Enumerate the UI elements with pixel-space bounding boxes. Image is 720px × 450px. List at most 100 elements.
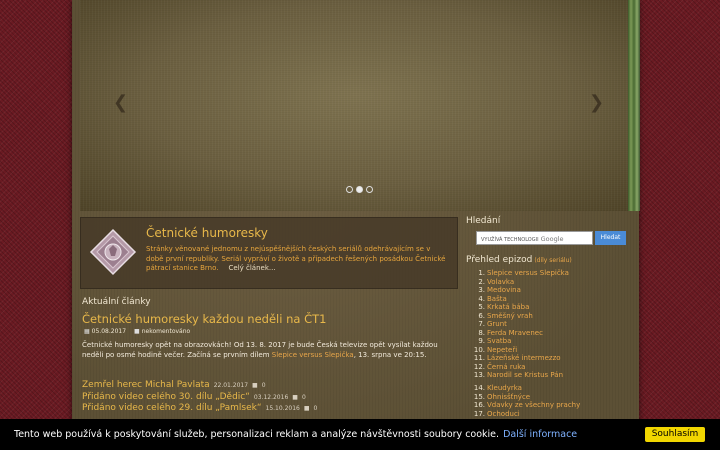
- episode-item[interactable]: 3. Medovina: [473, 286, 569, 295]
- episode-link[interactable]: Medovina: [487, 286, 521, 294]
- episode-item[interactable]: 7. Grunt: [473, 320, 569, 329]
- slider-dot[interactable]: [346, 186, 353, 193]
- older-article-title[interactable]: Přidáno video celého 30. dílu „Dědic“: [82, 392, 250, 402]
- episode-number: 8.: [478, 328, 485, 337]
- read-more-link[interactable]: Celý článek...: [229, 264, 276, 272]
- badge-emblem-icon: [89, 228, 137, 276]
- episode-item[interactable]: 17. Ochoduci: [473, 410, 580, 419]
- episode-link[interactable]: Směšný vrah: [487, 312, 533, 320]
- episode-item[interactable]: 5. Krkatá bába: [473, 303, 569, 312]
- episode-item[interactable]: 14. Kleudyrka: [473, 384, 580, 393]
- older-article-date: 03.12.2016: [253, 393, 289, 401]
- episode-list: 1. Slepice versus Slepička 2. Volavka 3. Me…: [473, 269, 569, 380]
- article-date-text: 05.08.2017: [91, 328, 127, 335]
- episode-item[interactable]: 15. Ohnisšťnýce: [473, 393, 580, 402]
- episode-number: 16.: [473, 401, 485, 409]
- search-button[interactable]: Hledat: [595, 231, 626, 245]
- episode-link[interactable]: Nepeteři: [487, 346, 517, 354]
- episode-item[interactable]: 8. Ferda Mravenec: [473, 329, 569, 338]
- episode-link[interactable]: Volavka: [487, 278, 514, 286]
- episode-number: 9.: [478, 337, 485, 345]
- chevron-right-icon[interactable]: ❯: [589, 92, 604, 113]
- episode-link[interactable]: Krkatá bába: [487, 303, 529, 311]
- featured-article-body: Četnické humoresky opět na obrazovkách! …: [82, 341, 444, 360]
- hero-box: Četnické humoresky Stránky věnované jedn…: [80, 217, 458, 289]
- episode-item[interactable]: 12. Černá ruka: [473, 363, 569, 372]
- slide-texture: [80, 0, 632, 211]
- episode-list-second: 14. Kleudyrka 15. Ohnisšťnýce 16. Vdavky ze…: [473, 384, 580, 418]
- cookie-accept-button[interactable]: Souhlasím: [645, 427, 705, 442]
- search-title: Hledání: [466, 216, 501, 226]
- episode-number: 2.: [478, 277, 485, 286]
- episode-link[interactable]: Lázeňské intermezzo: [487, 354, 561, 362]
- slide-image-edge: [628, 0, 640, 211]
- cookie-message: Tento web používá k poskytování služeb, …: [14, 429, 500, 440]
- search-input[interactable]: VYUŽÍVÁ TECHNOLOGII Google: [476, 231, 593, 245]
- hero-description-text: Stránky věnované jednomu z nejúspěšnější…: [146, 245, 446, 272]
- older-article-title[interactable]: Přidáno video celého 29. dílu „Pamlsek“: [82, 403, 262, 413]
- article-meta: ▦ 05.08.2017 ■ nekomentováno: [84, 328, 190, 335]
- image-slider[interactable]: [80, 0, 632, 211]
- older-article-comments[interactable]: 0: [314, 405, 318, 412]
- episode-link[interactable]: Kleudyrka: [487, 384, 522, 392]
- articles-heading: Aktuální články: [82, 297, 151, 307]
- hero-title[interactable]: Četnické humoresky: [146, 226, 268, 240]
- episode-item[interactable]: 1. Slepice versus Slepička: [473, 269, 569, 278]
- episode-link[interactable]: Svatba: [487, 337, 511, 345]
- article-date: ▦ 05.08.2017: [84, 328, 126, 335]
- episode-item[interactable]: 11. Lázeňské intermezzo: [473, 354, 569, 363]
- article-body-text-end: , 13. srpna ve 20:15.: [353, 350, 427, 359]
- episode-number: 12.: [473, 362, 485, 371]
- article-comments[interactable]: ■ nekomentováno: [134, 328, 190, 335]
- episode-link[interactable]: Černá ruka: [487, 363, 525, 371]
- older-article-row: Zemřel herec Michal Pavlata 22.01.2017 ■ 0: [82, 380, 317, 392]
- featured-article-title[interactable]: Četnické humoresky každou neděli na ČT1: [82, 312, 326, 326]
- episode-number: 7.: [478, 320, 485, 328]
- episode-item[interactable]: 16. Vdavky ze všechny prachy: [473, 401, 580, 410]
- episode-number: 11.: [473, 354, 485, 362]
- comment-icon: ■: [252, 382, 258, 389]
- comment-icon: ■: [303, 405, 310, 412]
- episode-item[interactable]: 2. Volavka: [473, 278, 569, 287]
- hero-description: Stránky věnované jednomu z nejúspěšnější…: [146, 245, 446, 274]
- episode-link[interactable]: Narodil se Kristus Pán: [487, 371, 563, 379]
- episode-item[interactable]: 13. Narodil se Kristus Pán: [473, 371, 569, 380]
- episode-item[interactable]: 4. Bašta: [473, 295, 569, 304]
- comment-icon: ■: [134, 328, 140, 335]
- cookie-text: Tento web používá k poskytování služeb, …: [14, 429, 577, 440]
- episode-item[interactable]: 9. Svatba: [473, 337, 569, 346]
- episode-link[interactable]: Ferda Mravenec: [487, 329, 543, 337]
- slider-dot[interactable]: [366, 186, 373, 193]
- google-label: Google: [540, 235, 564, 243]
- older-article-comments[interactable]: 0: [262, 382, 266, 389]
- older-article-comments[interactable]: 0: [302, 394, 306, 401]
- episode-link[interactable]: Ochoduci: [487, 410, 520, 418]
- older-article-title[interactable]: Zemřel herec Michal Pavlata: [82, 380, 210, 390]
- cookie-more-info-link[interactable]: Další informace: [503, 429, 577, 440]
- episode-number: 1.: [478, 269, 485, 277]
- episodes-subtitle-link[interactable]: (díly seriálu): [534, 257, 571, 264]
- article-body-link[interactable]: Slepice versus Slepička: [272, 351, 354, 359]
- episode-link[interactable]: Bašta: [487, 295, 507, 303]
- episode-number: 10.: [473, 345, 485, 354]
- episode-item[interactable]: 6. Směšný vrah: [473, 312, 569, 321]
- comment-icon: ■: [292, 393, 298, 401]
- episode-link[interactable]: Grunt: [487, 320, 507, 328]
- episode-link[interactable]: Ohnisšťnýce: [487, 393, 530, 401]
- episode-number: 4.: [478, 294, 485, 303]
- episode-item[interactable]: 10. Nepeteři: [473, 346, 569, 355]
- episode-link[interactable]: Slepice versus Slepička: [487, 269, 569, 277]
- episode-number: 5.: [478, 303, 485, 311]
- episode-link[interactable]: Vdavky ze všechny prachy: [487, 401, 580, 409]
- episodes-title: Přehled epizod: [466, 255, 533, 265]
- older-article-row: Přidáno video celého 30. dílu „Dědic“ 03.…: [82, 392, 317, 404]
- episode-number: 3.: [478, 286, 485, 294]
- episode-number: 17.: [473, 409, 485, 418]
- article-comments-text: nekomentováno: [141, 328, 191, 335]
- older-article-date: 22.01.2017: [213, 382, 249, 389]
- slider-dot-active[interactable]: [356, 186, 363, 193]
- older-article-date: 15.10.2016: [265, 405, 300, 412]
- episode-number: 15.: [473, 392, 485, 401]
- chevron-left-icon[interactable]: ❮: [113, 92, 128, 113]
- older-articles-list: Zemřel herec Michal Pavlata 22.01.2017 ■ 0 …: [82, 380, 317, 415]
